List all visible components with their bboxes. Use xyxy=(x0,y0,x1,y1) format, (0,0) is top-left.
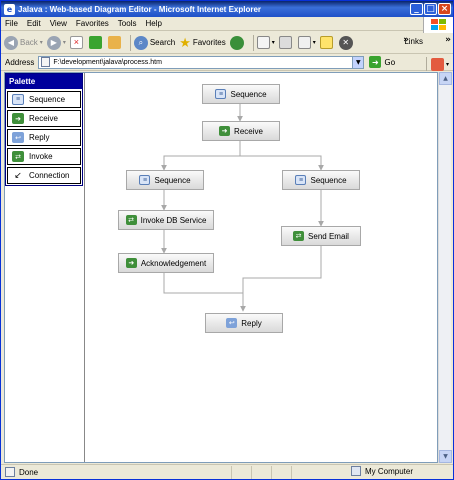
invoke-icon: ⇄ xyxy=(12,151,24,162)
windows-logo-icon xyxy=(423,17,453,33)
palette-panel: Palette ≡ Sequence ➜ Receive ↩ Reply ⇄ I… xyxy=(5,73,83,186)
minimize-button[interactable]: _ xyxy=(410,3,423,15)
sequence-icon: ≡ xyxy=(139,175,151,185)
messenger-icon: ✕ xyxy=(338,35,353,50)
links-chevron-icon[interactable]: » xyxy=(445,35,451,45)
node-acknowledgement[interactable]: ➜ Acknowledgement xyxy=(118,253,214,273)
edit-button[interactable]: ▾ xyxy=(297,34,316,52)
search-icon: ⌕ xyxy=(133,35,148,50)
back-button[interactable]: ◀ Back ▾ xyxy=(4,34,43,52)
toolbar-separator xyxy=(252,34,254,51)
stop-icon: × xyxy=(69,36,83,49)
page-done-icon xyxy=(5,467,15,477)
title-bar: e Jalava : Web-based Diagram Editor - Mi… xyxy=(1,1,453,17)
window-title: Jalava : Web-based Diagram Editor - Micr… xyxy=(18,4,262,14)
node-sequence-left[interactable]: ≡ Sequence xyxy=(126,170,204,190)
favorites-button[interactable]: ★ Favorites xyxy=(179,34,226,52)
address-input[interactable]: F:\development\jalava\process.htm xyxy=(53,59,352,66)
back-arrow-icon: ◀ xyxy=(4,35,18,50)
extra-toolbar: ▾ xyxy=(425,57,449,71)
browser-window: e Jalava : Web-based Diagram Editor - Mi… xyxy=(0,0,454,480)
maximize-button[interactable]: □ xyxy=(424,3,437,15)
toolbar-separator xyxy=(129,34,131,51)
palette-item-invoke[interactable]: ⇄ Invoke xyxy=(7,148,81,165)
refresh-icon xyxy=(88,36,102,49)
standard-toolbar: ◀ Back ▾ ▶ ▾ × ⌕ Search ★ Favorites ▾ ▾ … xyxy=(1,32,453,54)
search-button[interactable]: ⌕ Search xyxy=(133,34,175,52)
node-sequence-top[interactable]: ≡ Sequence xyxy=(202,84,280,104)
connection-arrow-icon: ↙ xyxy=(14,170,22,180)
receive-icon: ➜ xyxy=(12,113,24,124)
node-reply[interactable]: ↩ Reply xyxy=(205,313,283,333)
sequence-icon: ≡ xyxy=(215,89,227,99)
receive-icon: ➜ xyxy=(219,126,231,136)
links-label[interactable]: Links xyxy=(404,37,423,46)
page-icon xyxy=(41,57,51,67)
node-receive[interactable]: ➜ Receive xyxy=(202,121,280,141)
forward-button[interactable]: ▶ ▾ xyxy=(46,34,66,52)
note-icon xyxy=(319,36,333,49)
palette-item-sequence[interactable]: ≡ Sequence xyxy=(7,91,81,108)
invoke-icon: ⇄ xyxy=(125,215,137,225)
address-dropdown-icon[interactable]: ▼ xyxy=(352,56,364,68)
media-icon xyxy=(229,35,244,50)
media-button[interactable] xyxy=(229,34,246,52)
print-icon xyxy=(278,36,292,49)
node-send-email[interactable]: ⇄ Send Email xyxy=(281,226,361,246)
menu-view[interactable]: View xyxy=(50,19,67,28)
status-text: Done xyxy=(19,467,39,477)
edge-ack-reply[interactable] xyxy=(163,273,246,312)
home-icon xyxy=(107,36,121,49)
print-button[interactable] xyxy=(278,34,294,52)
palette-item-connection[interactable]: ↙ Connection xyxy=(7,167,81,184)
sequence-icon: ≡ xyxy=(12,94,24,105)
menu-favorites[interactable]: Favorites xyxy=(76,19,109,28)
edit-icon xyxy=(297,36,311,49)
discuss-button[interactable] xyxy=(319,34,335,52)
palette-item-receive[interactable]: ➜ Receive xyxy=(7,110,81,127)
invoke-icon: ⇄ xyxy=(293,231,305,241)
palette-header: Palette xyxy=(6,74,82,89)
edge-send-email-reply[interactable] xyxy=(242,246,322,293)
page-content: Palette ≡ Sequence ➜ Receive ↩ Reply ⇄ I… xyxy=(4,72,438,463)
vertical-scrollbar[interactable]: ▲ ▼ xyxy=(438,72,452,463)
zone-indicator: My Computer xyxy=(351,466,439,476)
menu-bar: File Edit View Favorites Tools Help xyxy=(1,17,453,31)
messenger-button[interactable]: ✕ xyxy=(338,34,355,52)
refresh-button[interactable] xyxy=(88,34,104,52)
menu-tools[interactable]: Tools xyxy=(118,19,137,28)
my-computer-icon xyxy=(351,466,361,476)
address-bar: Address F:\development\jalava\process.ht… xyxy=(1,54,453,71)
menu-file[interactable]: File xyxy=(5,19,18,28)
home-button[interactable] xyxy=(107,34,123,52)
go-arrow-icon: ➜ xyxy=(369,56,382,68)
scroll-up-button[interactable]: ▲ xyxy=(439,72,452,85)
close-button[interactable]: × xyxy=(438,3,451,15)
diagram-canvas[interactable]: ≡ Sequence ➜ Receive ≡ Sequence ≡ Sequen… xyxy=(85,73,437,462)
palette-item-reply[interactable]: ↩ Reply xyxy=(7,129,81,146)
menu-edit[interactable]: Edit xyxy=(27,19,41,28)
stop-button[interactable]: × xyxy=(69,34,85,52)
address-label: Address xyxy=(5,57,35,67)
sequence-icon: ≡ xyxy=(295,175,307,185)
reply-icon: ↩ xyxy=(226,318,238,328)
menu-help[interactable]: Help xyxy=(145,19,161,28)
receive-icon: ➜ xyxy=(125,258,137,268)
status-bar: Done My Computer xyxy=(1,464,453,479)
scroll-down-button[interactable]: ▼ xyxy=(439,450,452,463)
mail-icon xyxy=(256,36,270,49)
edge-receive-sequence-left[interactable] xyxy=(161,141,241,171)
mail-button[interactable]: ▾ xyxy=(256,34,275,52)
star-icon: ★ xyxy=(179,34,191,50)
node-sequence-right[interactable]: ≡ Sequence xyxy=(282,170,360,190)
edge-receive-sequence-right[interactable] xyxy=(240,155,324,171)
address-field[interactable]: F:\development\jalava\process.htm ▼ xyxy=(38,55,365,69)
ie-app-icon: e xyxy=(4,3,15,15)
node-invoke-db-service[interactable]: ⇄ Invoke DB Service xyxy=(118,210,214,230)
tool-icon[interactable] xyxy=(430,57,444,71)
reply-icon: ↩ xyxy=(12,132,24,143)
forward-arrow-icon: ▶ xyxy=(46,35,61,50)
go-button[interactable]: ➜ Go xyxy=(369,56,395,68)
